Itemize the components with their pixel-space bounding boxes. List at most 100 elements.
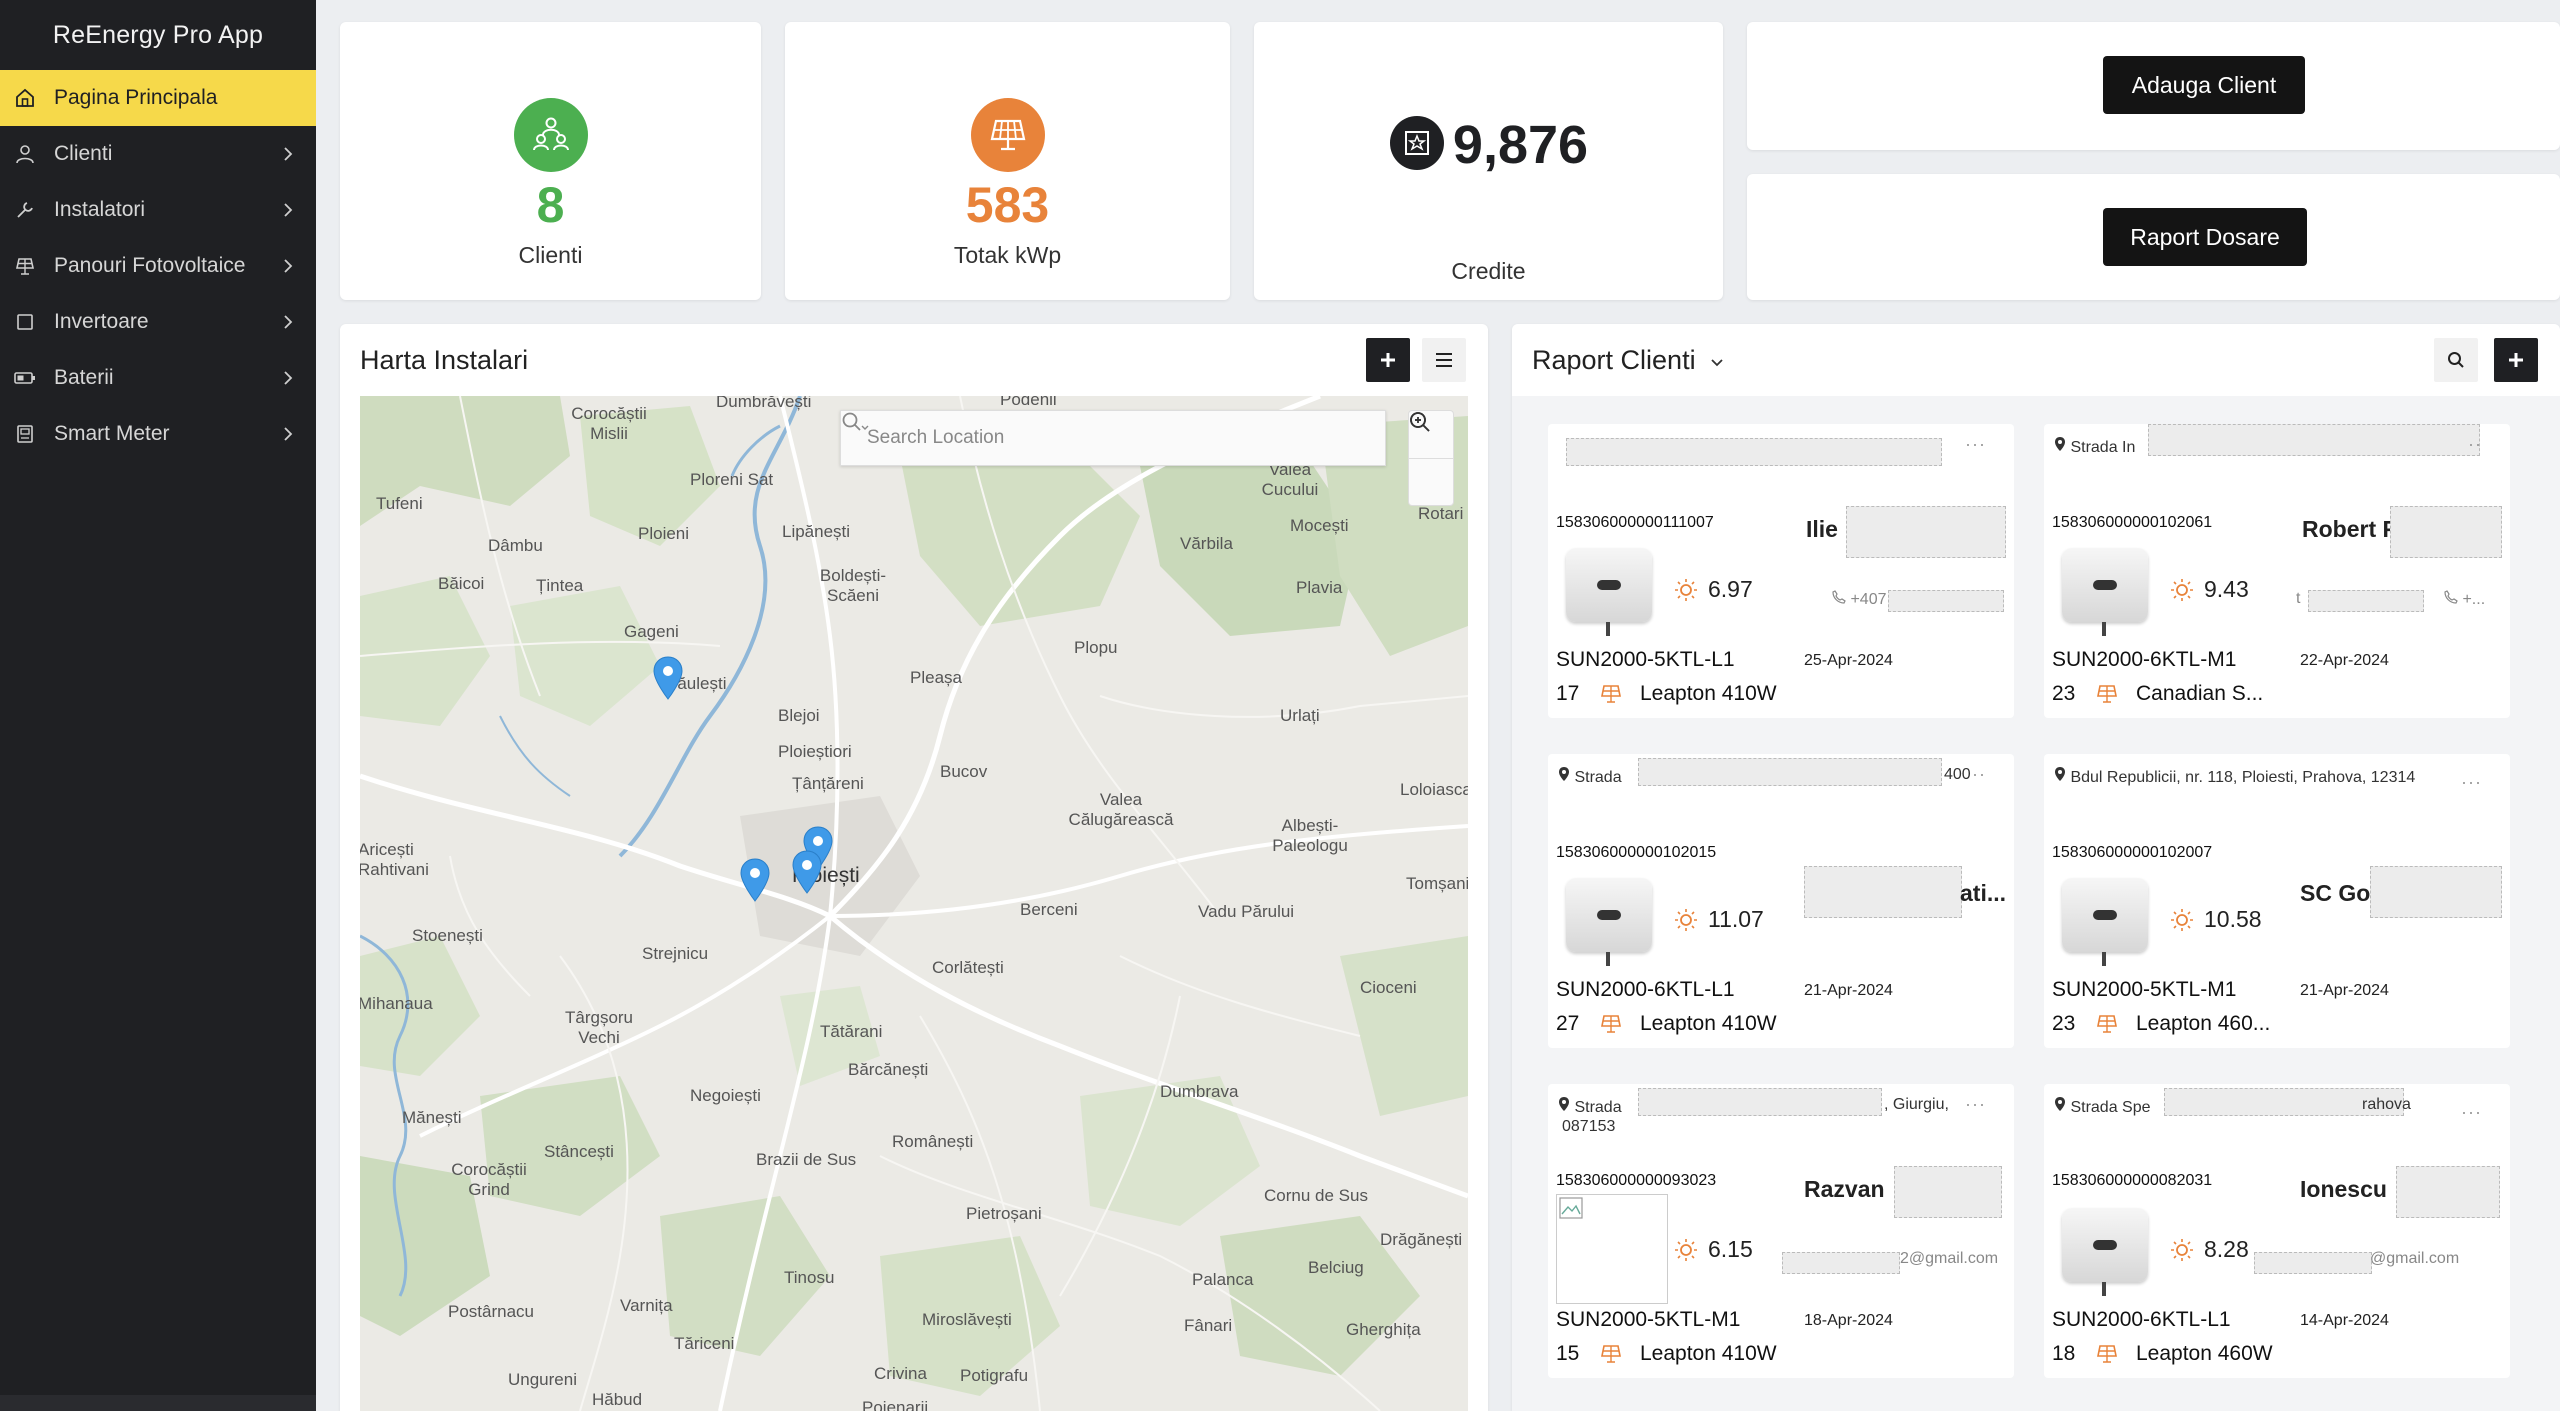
map-zoom-controls bbox=[1408, 410, 1454, 506]
credits-icon bbox=[1389, 115, 1445, 176]
add-client-button[interactable]: Adauga Client bbox=[2103, 56, 2305, 114]
map-pin-icon bbox=[1559, 767, 1569, 781]
map-label: Fânari bbox=[1184, 1316, 1233, 1335]
panel-count: 15 bbox=[1556, 1342, 1580, 1365]
sidebar-item-clienti[interactable]: Clienti bbox=[0, 126, 316, 182]
redacted-name bbox=[2370, 866, 2502, 918]
map-label: Tinosu bbox=[784, 1268, 835, 1287]
install-date: 21-Apr-2024 bbox=[2300, 982, 2389, 999]
redacted-name bbox=[1894, 1166, 2002, 1218]
map-label: Bărcănești bbox=[848, 1060, 929, 1079]
plus-icon bbox=[2509, 353, 2523, 367]
app-title: ReEnergy Pro App bbox=[52, 20, 264, 49]
hamburger-icon bbox=[1436, 353, 1452, 367]
sun-icon bbox=[1675, 908, 1697, 931]
report-add-button[interactable] bbox=[2494, 338, 2538, 382]
map-label: Târgșoru Vechi bbox=[564, 1008, 634, 1047]
client-address: Strada bbox=[1558, 766, 1622, 787]
map-pin[interactable] bbox=[653, 656, 683, 700]
credits-caption: Credite bbox=[1451, 258, 1526, 284]
map-pin[interactable] bbox=[792, 850, 822, 894]
map-pin[interactable] bbox=[740, 858, 770, 902]
map-label: Berceni bbox=[1020, 900, 1078, 919]
map-menu-button[interactable] bbox=[1422, 338, 1466, 382]
panel-info: 23 Leapton 460... bbox=[2052, 1012, 2270, 1036]
inverter-stand bbox=[2102, 622, 2106, 636]
map-label: Plopu bbox=[1074, 638, 1118, 657]
client-card[interactable]: Strada Spe rahova ··· 158306000000082031… bbox=[2044, 1084, 2510, 1378]
kwp-total: 583 bbox=[965, 177, 1050, 233]
client-name: SC Go bbox=[2300, 880, 2371, 906]
phone-icon bbox=[2444, 590, 2458, 604]
report-search-button[interactable] bbox=[2434, 338, 2478, 382]
zoom-out-button[interactable] bbox=[1409, 412, 1453, 507]
client-address-line2: 087153 bbox=[1562, 1118, 1616, 1135]
map-title: Harta Instalari bbox=[360, 344, 529, 375]
client-card[interactable]: Strada 400 ·· 158306000000102015 11.07 a… bbox=[1548, 754, 2014, 1048]
redacted-name bbox=[2396, 1166, 2500, 1218]
more-options-icon[interactable]: ··· bbox=[2461, 1102, 2482, 1123]
map-pin-icon bbox=[2055, 437, 2065, 451]
map-label: Dumbrăvești bbox=[716, 396, 812, 411]
more-options-icon[interactable]: ·· bbox=[2468, 434, 2482, 455]
chevron-right-icon bbox=[278, 200, 298, 220]
install-date: 21-Apr-2024 bbox=[1804, 982, 1893, 999]
power-kw: 6.15 bbox=[1708, 1236, 1753, 1262]
sun-icon bbox=[1675, 578, 1697, 601]
map-label: Dumbrava bbox=[1160, 1082, 1239, 1101]
report-dosare-button[interactable]: Raport Dosare bbox=[2103, 208, 2307, 266]
client-contact: +... bbox=[2444, 590, 2485, 609]
redacted-address bbox=[2148, 424, 2480, 456]
map-label: Miroslăvești bbox=[922, 1310, 1012, 1329]
map-add-button[interactable] bbox=[1366, 338, 1410, 382]
sidebar-item-pagina-principala[interactable]: Pagina Principala bbox=[0, 70, 316, 126]
chevron-right-icon bbox=[278, 256, 298, 276]
map-label: Gageni bbox=[624, 622, 679, 641]
map-pin-icon bbox=[1559, 1097, 1569, 1111]
sidebar: ReEnergy Pro App Pagina Principala Clien… bbox=[0, 0, 316, 1411]
client-card[interactable]: Strada , Giurgiu, 087153 ··· 15830600000… bbox=[1548, 1084, 2014, 1378]
user-icon bbox=[14, 143, 36, 165]
inverter-image-placeholder bbox=[1556, 1194, 1668, 1304]
client-card[interactable]: ··· 158306000000111007 6.97 Ilie +407 SU… bbox=[1548, 424, 2014, 718]
map-label: Negoiești bbox=[690, 1086, 761, 1105]
inverter-image bbox=[2062, 548, 2148, 622]
redacted-email bbox=[2254, 1252, 2372, 1274]
redacted-name bbox=[1846, 506, 2006, 558]
more-options-icon[interactable]: ·· bbox=[1972, 764, 1986, 785]
sidebar-item-smart-meter[interactable]: Smart Meter bbox=[0, 406, 316, 462]
more-options-icon[interactable]: ··· bbox=[1965, 434, 1986, 455]
map-search-input[interactable]: Search Location bbox=[840, 410, 1386, 466]
client-card[interactable]: Bdul Republicii, nr. 118, Ploiesti, Prah… bbox=[2044, 754, 2510, 1048]
more-options-icon[interactable]: ··· bbox=[1965, 1094, 1986, 1115]
client-address: Bdul Republicii, nr. 118, Ploiesti, Prah… bbox=[2054, 766, 2415, 787]
sidebar-item-panouri-fotovoltaice[interactable]: Panouri Fotovoltaice bbox=[0, 238, 316, 294]
map-label: Bucov bbox=[940, 762, 988, 781]
inverter-image bbox=[2062, 1208, 2148, 1282]
sidebar-item-label: Smart Meter bbox=[54, 422, 170, 445]
client-card[interactable]: Strada In ·· 158306000000102061 9.43 Rob… bbox=[2044, 424, 2510, 718]
map-label: Ungureni bbox=[508, 1370, 577, 1389]
install-date: 22-Apr-2024 bbox=[2300, 652, 2389, 669]
map-search-placeholder: Search Location bbox=[867, 427, 1005, 448]
inverter-stand bbox=[2102, 952, 2106, 966]
sidebar-item-invertoare[interactable]: Invertoare bbox=[0, 294, 316, 350]
power-value: 11.07 bbox=[1674, 906, 1764, 933]
client-name: Ionescu bbox=[2300, 1176, 2387, 1202]
installations-map[interactable]: Dumbrăvești Podenii Corocăștii Mislii Pl… bbox=[360, 396, 1468, 1411]
map-label: Potigrafu bbox=[960, 1366, 1029, 1385]
sidebar-item-instalatori[interactable]: Instalatori bbox=[0, 182, 316, 238]
sun-icon bbox=[2171, 578, 2193, 601]
chevron-right-icon bbox=[278, 144, 298, 164]
install-date: 14-Apr-2024 bbox=[2300, 1312, 2389, 1329]
sidebar-item-baterii[interactable]: Baterii bbox=[0, 350, 316, 406]
panel-model: Leapton 460W bbox=[2136, 1342, 2273, 1365]
more-options-icon[interactable]: ··· bbox=[2461, 772, 2482, 793]
redacted-address bbox=[1566, 438, 1942, 466]
panel-model: Leapton 410W bbox=[1640, 1012, 1777, 1035]
redacted-name bbox=[2390, 506, 2502, 558]
report-title-dropdown[interactable]: Raport Clienti bbox=[1532, 340, 1724, 380]
plus-icon bbox=[1381, 353, 1395, 367]
solar-panel-icon bbox=[2097, 685, 2117, 703]
kwp-stat-card: 583 Totak kWp bbox=[785, 22, 1230, 300]
